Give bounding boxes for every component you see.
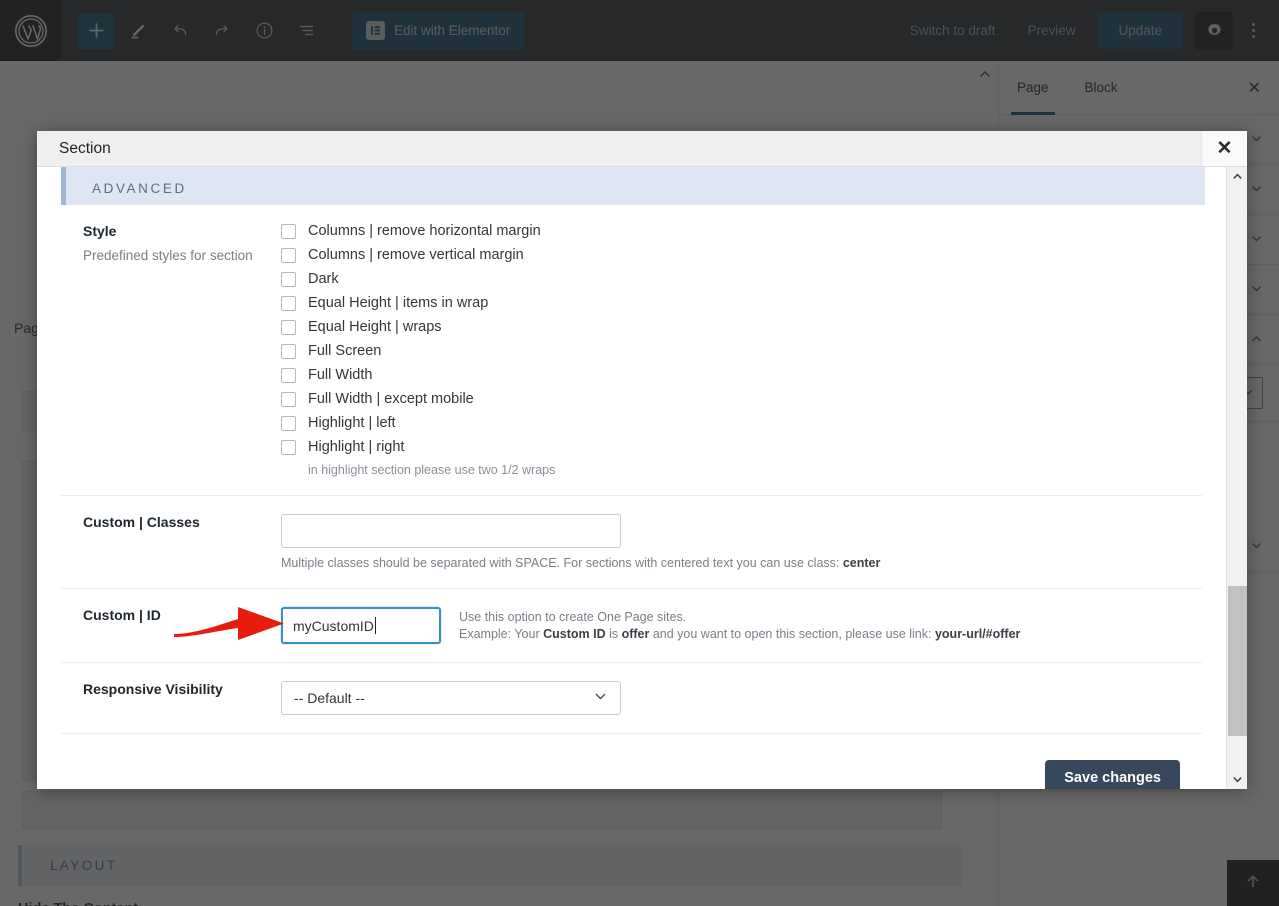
custom-id-row: Custom | ID myCustomID Use this option t…	[61, 589, 1202, 663]
custom-classes-row: Custom | Classes Multiple classes should…	[61, 496, 1202, 589]
checkbox-box[interactable]	[281, 319, 296, 335]
help2-f: your-url/#offer	[934, 627, 1021, 641]
checkbox-columns-remove-vertical-margin[interactable]: Columns | remove vertical margin	[281, 247, 1202, 263]
scrollbar-track[interactable]	[1227, 186, 1248, 770]
scroll-down-arrow-icon[interactable]	[1226, 770, 1247, 789]
custom-id-input[interactable]: myCustomID	[281, 607, 441, 644]
style-sublabel: Predefined styles for section	[83, 248, 253, 263]
checkbox-label: Full Screen	[308, 343, 382, 359]
style-help-text: in highlight section please use two 1/2 …	[308, 463, 556, 477]
divider	[61, 733, 1202, 734]
responsive-visibility-label: Responsive Visibility	[83, 681, 223, 697]
scroll-up-arrow-icon[interactable]	[1226, 167, 1247, 186]
advanced-heading-label: ADVANCED	[92, 181, 187, 196]
checkbox-label: Columns | remove horizontal margin	[308, 223, 541, 239]
modal-footer: Save changes	[61, 760, 1202, 789]
style-checkbox-list: Columns | remove horizontal margin Colum…	[281, 223, 1202, 477]
help2-e: and you want to open this section, pleas…	[649, 627, 935, 641]
custom-id-help-line2: Example: Your Custom ID is offer and you…	[459, 626, 1020, 643]
section-settings-modal: Section ✕ ADVANCED Style Predefined styl…	[37, 131, 1247, 789]
checkbox-label: Full Width | except mobile	[308, 391, 474, 407]
checkbox-highlight-left[interactable]: Highlight | left	[281, 415, 1202, 431]
checkbox-box[interactable]	[281, 295, 296, 311]
checkbox-label: Equal Height | wraps	[308, 319, 442, 335]
checkbox-box[interactable]	[281, 391, 296, 407]
help2-b: Custom ID	[543, 627, 606, 641]
custom-id-value: myCustomID	[293, 617, 374, 634]
scrollbar-thumb[interactable]	[1227, 586, 1247, 736]
chevron-down-icon	[593, 689, 608, 707]
checkbox-label: Columns | remove vertical margin	[308, 247, 524, 263]
close-icon[interactable]: ✕	[1201, 131, 1247, 166]
screenshot-root: Edit with Elementor Switch to draft Prev…	[0, 0, 1279, 906]
custom-classes-label-group: Custom | Classes	[61, 514, 281, 570]
advanced-section-heading: ADVANCED	[61, 167, 1205, 205]
checkbox-label: Equal Height | items in wrap	[308, 295, 489, 311]
checkbox-box[interactable]	[281, 415, 296, 431]
modal-scroll-area: ADVANCED Style Predefined styles for sec…	[37, 167, 1226, 789]
custom-id-field: myCustomID Use this option to create One…	[281, 607, 1202, 644]
checkbox-full-screen[interactable]: Full Screen	[281, 343, 1202, 359]
responsive-visibility-field: -- Default --	[281, 681, 1202, 715]
custom-id-help: Use this option to create One Page sites…	[459, 607, 1020, 643]
help2-a: Example: Your	[459, 627, 544, 641]
checkbox-equal-height-items-in-wrap[interactable]: Equal Height | items in wrap	[281, 295, 1202, 311]
checkbox-label: Highlight | left	[308, 415, 396, 431]
custom-id-help-line1: Use this option to create One Page sites…	[459, 610, 687, 624]
help2-d: offer	[621, 627, 650, 641]
checkbox-label: Highlight | right	[308, 439, 405, 455]
checkbox-box[interactable]	[281, 439, 296, 455]
style-row: Style Predefined styles for section Colu…	[61, 205, 1202, 496]
checkbox-box[interactable]	[281, 223, 296, 239]
custom-classes-help-prefix: Multiple classes should be separated wit…	[281, 556, 843, 570]
checkbox-box[interactable]	[281, 271, 296, 287]
checkbox-label: Full Width	[308, 367, 373, 383]
checkbox-dark[interactable]: Dark	[281, 271, 1202, 287]
responsive-visibility-select[interactable]: -- Default --	[281, 681, 621, 715]
modal-title: Section	[59, 139, 111, 157]
help2-c: is	[605, 627, 622, 641]
responsive-visibility-value: -- Default --	[294, 690, 365, 706]
modal-body: ADVANCED Style Predefined styles for sec…	[37, 167, 1247, 789]
checkbox-box[interactable]	[281, 343, 296, 359]
checkbox-full-width-except-mobile[interactable]: Full Width | except mobile	[281, 391, 1202, 407]
checkbox-full-width[interactable]: Full Width	[281, 367, 1202, 383]
checkbox-equal-height-wraps[interactable]: Equal Height | wraps	[281, 319, 1202, 335]
custom-classes-label: Custom | Classes	[83, 514, 200, 530]
checkbox-box[interactable]	[281, 367, 296, 383]
modal-header: Section ✕	[37, 131, 1247, 167]
style-label: Style	[83, 223, 117, 239]
custom-classes-help-strong: center	[842, 556, 881, 570]
save-changes-button[interactable]: Save changes	[1045, 760, 1180, 789]
responsive-visibility-label-group: Responsive Visibility	[61, 681, 281, 715]
modal-scrollbar[interactable]	[1226, 167, 1247, 789]
checkbox-label: Dark	[308, 271, 339, 287]
checkbox-highlight-right[interactable]: Highlight | right	[281, 439, 1202, 455]
custom-id-label-group: Custom | ID	[61, 607, 281, 644]
custom-classes-input[interactable]	[281, 514, 621, 548]
checkbox-columns-remove-horizontal-margin[interactable]: Columns | remove horizontal margin	[281, 223, 1202, 239]
custom-classes-help: Multiple classes should be separated wit…	[281, 556, 1202, 570]
text-cursor	[374, 617, 376, 634]
custom-id-label: Custom | ID	[83, 607, 161, 623]
style-label-group: Style Predefined styles for section	[61, 223, 281, 477]
custom-classes-field: Multiple classes should be separated wit…	[281, 514, 1202, 570]
responsive-visibility-row: Responsive Visibility -- Default --	[61, 663, 1202, 733]
checkbox-box[interactable]	[281, 247, 296, 263]
